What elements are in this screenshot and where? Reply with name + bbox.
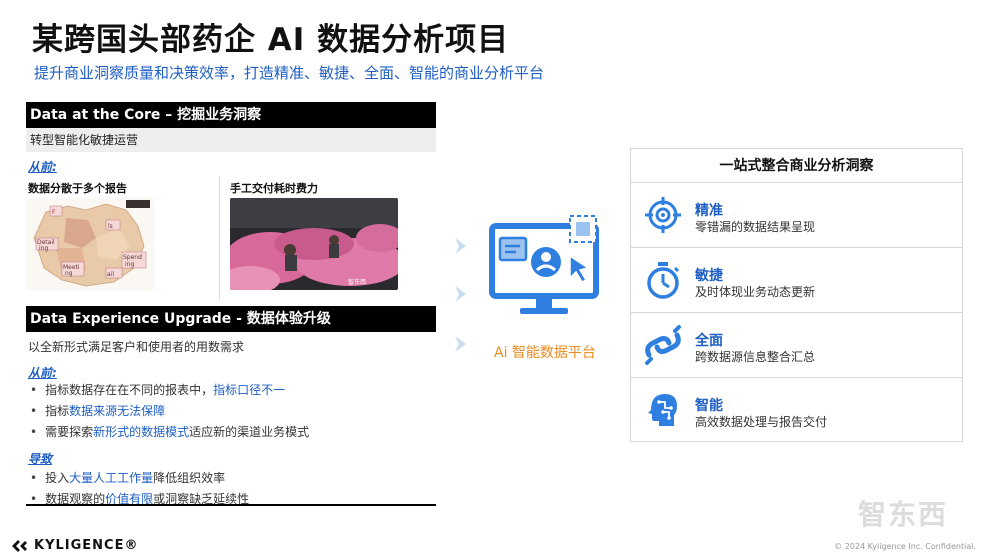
feature-desc: 跨数据源信息整合汇总 xyxy=(695,350,816,364)
section2-bar: Data Experience Upgrade - 数据体验升级 xyxy=(26,306,436,332)
list-item: 需要探索新形式的数据模式适应新的渠道业务模式 xyxy=(30,422,309,443)
feature-desc: 高效数据处理与报告交付 xyxy=(695,415,828,429)
company-logo-text: KYLIGENCE® xyxy=(34,538,139,553)
chain-link-icon xyxy=(645,325,681,365)
page-subtitle: 提升商业洞察质量和决策效率，打造精准、敏捷、全面、智能的商业分析平台 xyxy=(34,64,545,82)
photo-caption: 智东西 xyxy=(348,278,366,286)
feature-row-smart: 智能 高效数据处理与报告交付 xyxy=(631,378,962,443)
copyright: © 2024 Kyligence Inc. Confidential. xyxy=(834,542,976,551)
section1-before-label: 从前: xyxy=(28,160,57,174)
feature-row-agile: 敏捷 及时体现业务动态更新 xyxy=(631,248,962,313)
feature-desc: 及时体现业务动态更新 xyxy=(695,285,816,299)
left-panel: Data at the Core – 挖掘业务洞察 转型智能化敏捷运营 从前: … xyxy=(20,100,436,508)
chevron-right-icon xyxy=(455,336,466,352)
map-label: ing xyxy=(39,245,48,252)
kyligence-logo-icon xyxy=(12,540,27,552)
left-heading: 数据分散于多个报告 xyxy=(28,182,127,195)
divider xyxy=(219,176,220,300)
chevron-right-icon xyxy=(455,286,466,302)
feature-desc: 零错漏的数据结果呈现 xyxy=(695,220,816,234)
section1-bar: Data at the Core – 挖掘业务洞察 xyxy=(26,102,436,128)
section2-result-label: 导致 xyxy=(28,452,53,466)
data-platform-monitor-icon xyxy=(489,215,599,314)
right-card-header: 一站式整合商业分析洞察 xyxy=(631,149,962,183)
chevron-right-icon xyxy=(455,238,466,254)
stopwatch-icon xyxy=(647,262,680,299)
map-label: ls xyxy=(108,223,113,230)
section2-intro: 以全新形式满足客户和使用者的用数需求 xyxy=(28,340,245,354)
section2-before-label: 从前: xyxy=(28,366,57,380)
list-item: 指标数据来源无法保障 xyxy=(30,401,309,422)
manual-delivery-photo: 智东西 xyxy=(230,198,398,290)
bottom-rule xyxy=(26,504,436,506)
brain-head-icon xyxy=(648,394,677,426)
map-label: ail xyxy=(107,271,114,278)
watermark: 智东西 xyxy=(858,498,949,531)
section1-gray-box: 转型智能化敏捷运营 xyxy=(26,128,436,152)
page-title: 某跨国头部药企 AI 数据分析项目 xyxy=(32,22,510,58)
map-label: Spend xyxy=(123,254,142,261)
feature-title: 敏捷 xyxy=(695,268,723,284)
map-label: ng xyxy=(65,270,73,277)
feature-title: 智能 xyxy=(695,398,723,414)
right-card: 一站式整合商业分析洞察 精准 零错漏的数据结果呈现 敏捷 及时体现业务动态更新 xyxy=(630,148,963,442)
map-label: ing xyxy=(125,261,134,268)
map-label: F xyxy=(52,209,56,216)
before-list: 指标数据存在在不同的报表中，指标口径不一 指标数据来源无法保障 需要探索新形式的… xyxy=(30,380,309,443)
right-heading: 手工交付耗时费力 xyxy=(230,182,318,195)
list-item: 投入大量人工工作量降低组织效率 xyxy=(30,468,249,489)
feature-row-precise: 精准 零错漏的数据结果呈现 xyxy=(631,183,962,248)
feature-title: 全面 xyxy=(695,333,723,349)
platform-label: Ai 智能数据平台 xyxy=(494,345,596,361)
scattered-reports-map-image: F Detail ing Meeti ng Spend ing ls ail xyxy=(26,198,154,290)
target-icon xyxy=(645,197,681,233)
feature-row-comprehensive: 全面 跨数据源信息整合汇总 xyxy=(631,313,962,378)
list-item: 指标数据存在在不同的报表中，指标口径不一 xyxy=(30,380,309,401)
list-item: 数据观察的价值有限或洞察缺乏延续性 xyxy=(30,489,249,510)
feature-title: 精准 xyxy=(695,203,723,219)
